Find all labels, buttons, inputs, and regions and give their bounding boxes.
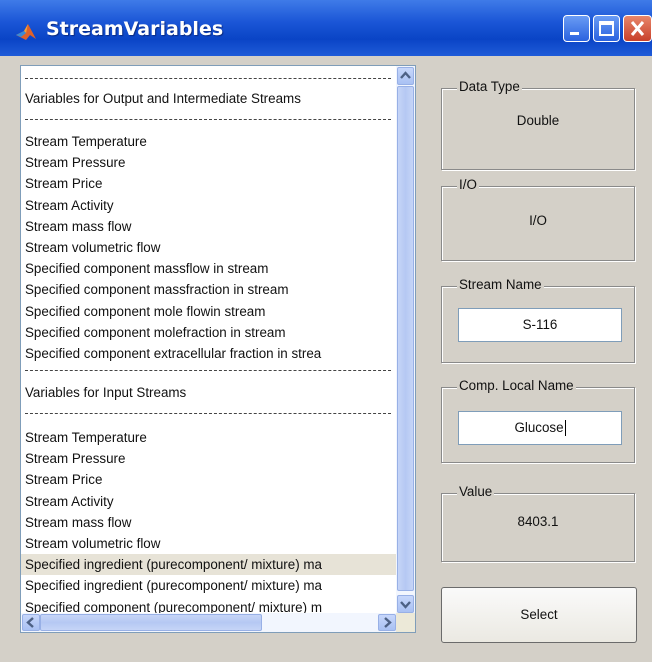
arrow-left-icon [26,617,34,628]
scroll-left-button[interactable] [22,614,40,631]
maximize-icon [599,21,614,36]
horizontal-scroll-thumb[interactable] [40,614,262,631]
vertical-scrollbar[interactable] [396,66,415,614]
close-button[interactable] [623,15,652,42]
value-group: Value 8403.1 [441,484,635,562]
list-item[interactable]: Specified component mole flowin stream [25,301,265,322]
list-header-output[interactable]: Variables for Output and Intermediate St… [25,88,301,109]
comp-local-name-label: Comp. Local Name [457,378,576,393]
list-item[interactable]: Specified component extracellular fracti… [25,343,321,364]
comp-local-name-value: Glucose [514,420,564,435]
vertical-scroll-thumb[interactable] [397,86,414,591]
stream-variables-window: StreamVariables Variables for Output and… [0,0,652,662]
list-item[interactable]: Stream Temperature [25,131,147,152]
list-item[interactable]: Specified component molefraction in stre… [25,322,286,343]
arrow-up-icon [400,71,411,79]
close-icon [630,21,645,36]
comp-local-name-group: Comp. Local Name Glucose [441,378,635,463]
stream-name-value: S-116 [522,317,558,332]
list-item[interactable]: Stream Pressure [25,448,125,469]
comp-local-name-input[interactable]: Glucose [458,411,622,445]
list-header-input[interactable]: Variables for Input Streams [25,382,186,403]
scroll-down-button[interactable] [397,595,414,613]
separator [25,78,391,79]
list-item[interactable]: Stream Activity [25,195,114,216]
list-item[interactable]: Stream Activity [25,491,114,512]
list-item[interactable]: Stream volumetric flow [25,533,160,554]
list-item[interactable]: Specified component (purecomponent/ mixt… [25,597,322,614]
stream-name-group: Stream Name S-116 [441,277,635,363]
data-type-label: Data Type [457,79,522,94]
window-title: StreamVariables [46,18,224,40]
separator [25,119,391,120]
text-caret [564,420,566,437]
list-item[interactable]: Specified component massfraction in stre… [25,279,288,300]
scrollbar-corner [396,613,415,632]
matlab-logo-icon [16,24,36,40]
list-item[interactable]: Specified ingredient (purecomponent/ mix… [21,554,397,576]
data-type-group: Data Type Double [441,79,635,170]
stream-name-input[interactable]: S-116 [458,308,622,342]
io-group: I/O I/O [441,177,635,261]
list-item[interactable]: Stream Price [25,469,102,490]
horizontal-scrollbar[interactable] [21,613,397,632]
list-item[interactable]: Stream Temperature [25,427,147,448]
list-item[interactable]: Stream volumetric flow [25,237,160,258]
scroll-up-button[interactable] [397,67,414,85]
list-item[interactable]: Stream mass flow [25,216,131,237]
list-item[interactable]: Stream mass flow [25,512,131,533]
io-label: I/O [457,177,479,192]
list-item[interactable]: Stream Pressure [25,152,125,173]
separator [25,370,391,371]
minimize-button[interactable] [563,15,590,42]
list-item[interactable]: Specified component massflow in stream [25,258,268,279]
minimize-icon [570,32,579,35]
arrow-down-icon [400,601,411,609]
variables-listbox[interactable]: Variables for Output and Intermediate St… [20,65,416,633]
separator [25,413,391,414]
io-value: I/O [529,213,547,228]
value-label: Value [457,484,495,499]
stream-name-label: Stream Name [457,277,544,292]
scroll-right-button[interactable] [378,614,396,631]
arrow-right-icon [384,617,392,628]
value-display: 8403.1 [517,514,559,529]
select-button[interactable]: Select [441,587,637,643]
listbox-content: Variables for Output and Intermediate St… [21,66,397,614]
list-item[interactable]: Stream Price [25,173,102,194]
maximize-button[interactable] [593,15,620,42]
title-bar[interactable]: StreamVariables [0,0,652,56]
data-type-value: Double [516,113,560,128]
list-item[interactable]: Specified ingredient (purecomponent/ mix… [25,575,322,596]
